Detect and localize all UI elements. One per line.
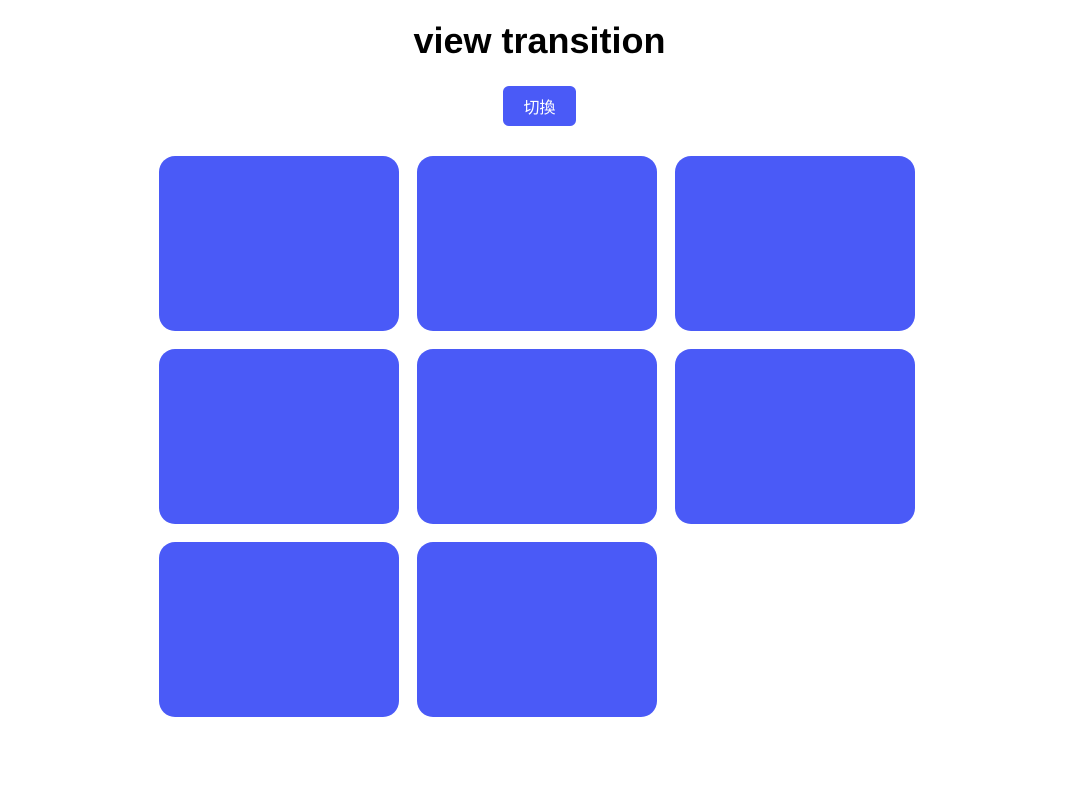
grid-item — [159, 542, 399, 717]
grid-item — [675, 349, 915, 524]
page-title: view transition — [413, 20, 665, 62]
grid-item — [417, 156, 657, 331]
switch-button[interactable]: 切換 — [503, 86, 575, 126]
grid-item — [159, 156, 399, 331]
grid-container — [159, 156, 921, 717]
grid-item — [417, 349, 657, 524]
grid-item — [675, 156, 915, 331]
grid-item — [159, 349, 399, 524]
grid-item — [417, 542, 657, 717]
